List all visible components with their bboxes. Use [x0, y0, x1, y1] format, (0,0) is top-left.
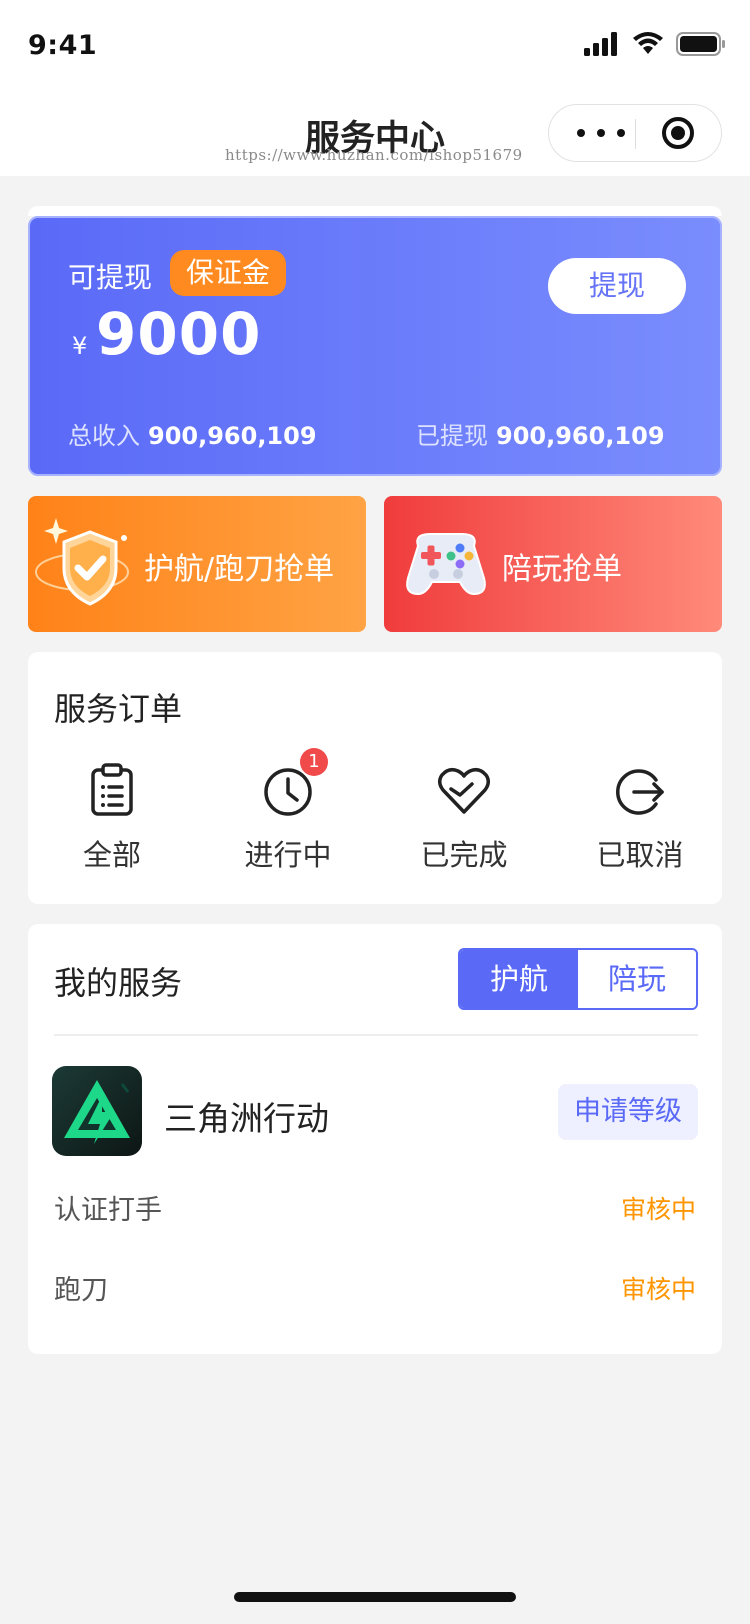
game-name: 三角洲行动 — [164, 1099, 329, 1138]
balance-amount: 9000 — [96, 300, 262, 368]
order-filter-in-progress-label: 进行中 — [244, 838, 332, 872]
more-menu-button[interactable] — [577, 119, 625, 147]
service-orders-card: 服务订单 全部 1 进行中 已完成 已取消 — [28, 652, 722, 904]
order-filter-cancelled[interactable]: 已取消 — [570, 762, 710, 874]
withdraw-button[interactable]: 提现 — [548, 258, 686, 314]
total-income-value: 900,960,109 — [148, 422, 317, 450]
more-dot — [617, 129, 625, 137]
service-orders-title: 服务订单 — [54, 690, 183, 728]
my-services-card: 我的服务 护航 陪玩 三角洲行动 申请等级 认证打手 审核中 跑刀 审核中 — [28, 924, 722, 1354]
battery-icon — [676, 32, 725, 56]
capsule-divider — [635, 119, 636, 149]
balance-card: 可提现 保证金 ¥ 9000 提现 总收入 900,960,109 已提现 900,… — [28, 216, 722, 476]
order-filter-in-progress[interactable]: 1 进行中 — [218, 748, 358, 874]
deposit-badge[interactable]: 保证金 — [170, 250, 287, 296]
order-filter-cancelled-label: 已取消 — [596, 838, 684, 872]
watermark: https://www.huzhan.com/ishop51679 — [225, 146, 523, 164]
gamepad-icon — [406, 533, 486, 596]
order-filter-completed-label: 已完成 — [420, 838, 508, 872]
signal-icon — [584, 32, 617, 56]
delta-logo-icon — [64, 1080, 130, 1144]
tab-play[interactable]: 陪玩 — [578, 950, 696, 1008]
heart-check-icon — [438, 767, 490, 814]
clock-icon-wrap: 1 — [260, 748, 328, 818]
order-filter-all[interactable]: 全部 — [42, 762, 182, 874]
tab-escort[interactable]: 护航 — [460, 950, 578, 1008]
escort-grab-label: 护航/跑刀抢单 — [144, 552, 335, 587]
content-top-edge — [28, 206, 722, 216]
more-dots-icon — [577, 129, 585, 137]
withdrawable-label: 可提现 — [68, 261, 153, 294]
status-icons — [584, 32, 726, 56]
status-time: 9:41 — [28, 30, 98, 61]
game-logo — [52, 1066, 142, 1156]
clipboard-icon — [91, 763, 133, 816]
run-knife-label: 跑刀 — [54, 1275, 108, 1306]
withdrawn-total: 已提现 900,960,109 — [416, 416, 665, 451]
divider — [54, 1034, 698, 1036]
my-services-title: 我的服务 — [54, 964, 183, 1002]
order-filter-all-label: 全部 — [82, 838, 141, 872]
wifi-icon — [633, 32, 663, 54]
play-grab-button[interactable]: 陪玩抢单 — [384, 496, 722, 632]
withdrawn-value: 900,960,109 — [496, 422, 665, 450]
escort-grab-button[interactable]: 护航/跑刀抢单 — [28, 496, 366, 632]
certified-player-status: 审核中 — [620, 1195, 696, 1224]
order-filter-completed[interactable]: 已完成 — [394, 762, 534, 874]
mini-program-capsule — [548, 104, 722, 162]
play-grab-label: 陪玩抢单 — [502, 552, 622, 587]
status-bar: 9:41 — [0, 0, 750, 90]
total-income-label: 总收入 — [68, 422, 140, 450]
exit-icon — [616, 769, 664, 815]
in-progress-count-badge: 1 — [300, 748, 328, 776]
service-type-tabs: 护航 陪玩 — [458, 948, 698, 1010]
shield-check-icon — [35, 518, 129, 606]
run-knife-status: 审核中 — [620, 1275, 696, 1304]
total-income: 总收入 900,960,109 — [68, 416, 317, 451]
apply-level-button[interactable]: 申请等级 — [558, 1084, 698, 1140]
currency-symbol: ¥ — [72, 332, 88, 360]
home-indicator[interactable] — [234, 1592, 516, 1602]
more-dot — [597, 129, 605, 137]
certified-player-label: 认证打手 — [54, 1195, 162, 1226]
withdrawn-label: 已提现 — [416, 422, 488, 450]
close-target-icon[interactable] — [662, 117, 694, 149]
